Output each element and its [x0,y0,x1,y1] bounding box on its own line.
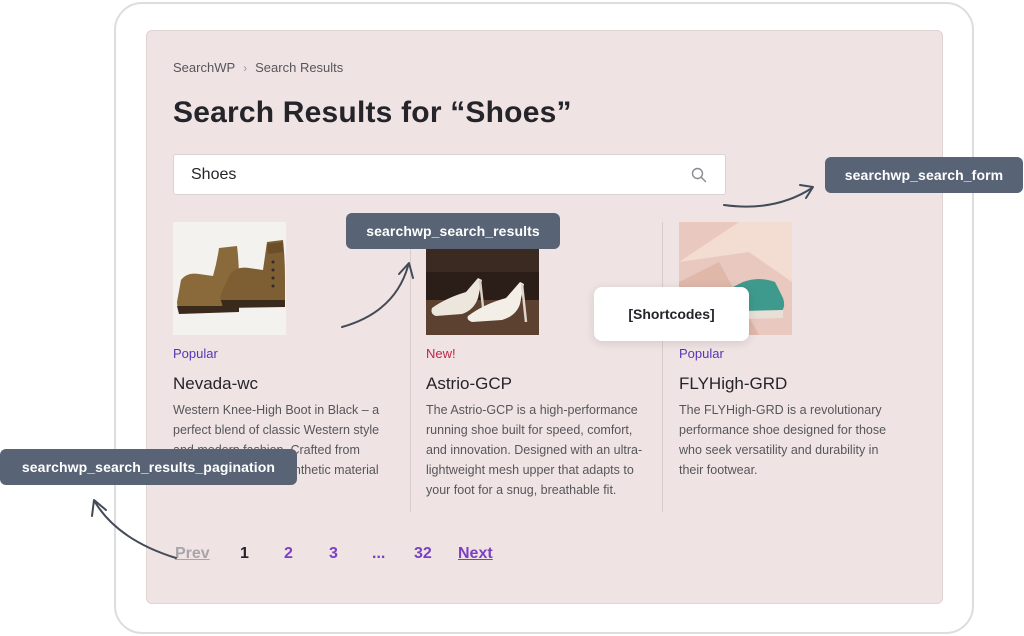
page-title: Search Results for “Shoes” [173,96,572,129]
callout-shortcodes: [Shortcodes] [594,287,749,341]
pagination-page[interactable]: 3 [329,545,338,563]
arrow-head-icon [91,499,107,517]
result-title[interactable]: Astrio-GCP [426,374,512,394]
callout-search-form: searchwp_search_form [825,157,1023,193]
breadcrumb: SearchWP › Search Results [173,60,343,75]
search-form [173,154,726,195]
pagination-ellipsis: ... [372,545,386,562]
column-divider [410,222,411,512]
result-description: The FLYHigh-GRD is a revolutionary perfo… [679,403,887,477]
pagination: Prev 1 2 3 ... 32 Next [0,545,1024,567]
search-input[interactable] [174,155,725,194]
pagination-page-current: 1 [240,545,249,562]
result-title[interactable]: Nevada-wc [173,374,258,394]
pagination-page-last[interactable]: 32 [414,545,432,563]
column-divider [662,222,663,512]
pagination-next[interactable]: Next [458,545,493,563]
callout-search-results: searchwp_search_results [346,213,560,249]
result-description: The Astrio-GCP is a high-performance run… [426,403,643,497]
callout-pagination: searchwp_search_results_pagination [0,449,297,485]
breadcrumb-home-link[interactable]: SearchWP [173,60,235,75]
search-icon[interactable] [691,167,707,183]
result-badge: Popular [679,346,724,361]
product-image-boots[interactable] [173,222,286,335]
pagination-page[interactable]: 2 [284,545,293,563]
result-title[interactable]: FLYHigh-GRD [679,374,787,394]
brown-ankle-boots-image [173,222,286,335]
breadcrumb-current: Search Results [255,60,344,75]
chevron-right-icon: › [243,60,248,75]
result-badge: New! [426,346,456,361]
pagination-prev[interactable]: Prev [175,545,210,563]
result-badge: Popular [173,346,218,361]
